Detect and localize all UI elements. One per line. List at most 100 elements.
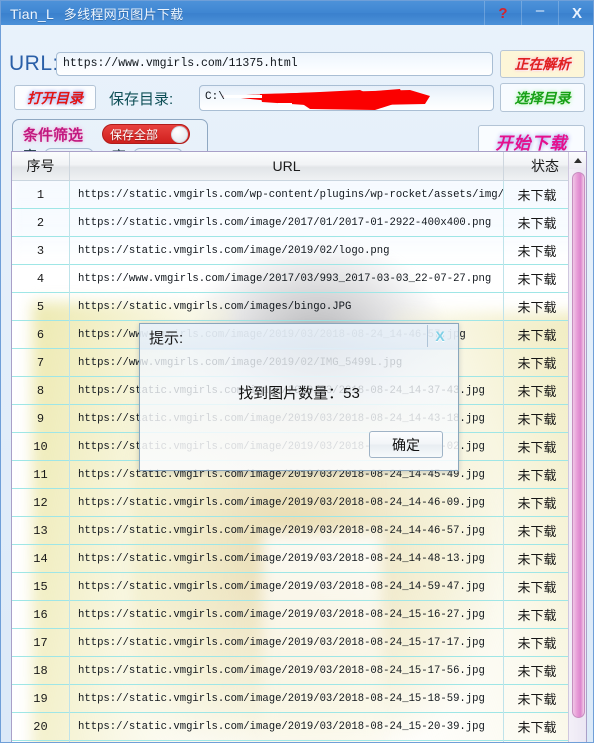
cell-index: 19 [12,684,70,713]
cell-status: 未下载 [517,272,557,287]
cell-status: 未下载 [517,720,557,735]
cell-status: 未下载 [517,412,557,427]
cell-url: https://static.vmgirls.com/image/2019/03… [70,628,504,657]
vertical-scrollbar[interactable] [568,152,586,742]
cell-index: 7 [12,348,70,377]
cell-url: https://static.vmgirls.com/image/2019/03… [70,572,504,601]
parse-status-button[interactable]: 正在解析 [500,50,585,78]
minimize-icon[interactable]: – [521,1,558,25]
dialog-title-bar: 提示: [140,324,458,350]
cell-url: https://static.vmgirls.com/image/2019/03… [70,712,504,741]
cell-url: https://static.vmgirls.com/image/2019/03… [70,600,504,629]
cell-status: 未下载 [517,608,557,623]
save-all-toggle-label: 保存全部 [110,127,159,142]
dialog-title-separator [427,325,428,347]
choose-directory-button[interactable]: 选择目录 [500,83,585,112]
table-row[interactable]: 4 https://www.vmgirls.com/image/2017/03/9… [12,264,570,293]
save-directory-input[interactable]: C:\ [199,85,494,111]
table-row[interactable]: 18 https://static.vmgirls.com/image/2019/… [12,656,570,685]
cell-index: 10 [12,432,70,461]
cell-status: 未下载 [517,216,557,231]
cell-url: https://static.vmgirls.com/image/2017/01… [70,208,504,237]
table-row[interactable]: 12 https://static.vmgirls.com/image/2019/… [12,488,570,517]
dialog-message: 找到图片数量：53 [238,385,360,402]
save-directory-label: 保存目录: [109,91,174,108]
cell-index: 9 [12,404,70,433]
cell-index: 5 [12,292,70,321]
table-row[interactable]: 14 https://static.vmgirls.com/image/2019/… [12,544,570,573]
filter-title: 条件筛选 [23,127,84,144]
table-row[interactable]: 20 https://static.vmgirls.com/image/2019/… [12,712,570,741]
cell-status: 未下载 [517,244,557,259]
cell-index: 12 [12,488,70,517]
table-row[interactable]: 2 https://static.vmgirls.com/image/2017/0… [12,208,570,237]
table-row[interactable]: 16 https://static.vmgirls.com/image/2019/… [12,600,570,629]
table-row[interactable]: 3 https://static.vmgirls.com/image/2019/0… [12,236,570,265]
table-row[interactable]: 1 https://static.vmgirls.com/wp-content/p… [12,180,570,209]
open-directory-button[interactable]: 打开目录 [14,85,96,110]
cell-url: https://static.vmgirls.com/image/2019/03… [70,544,504,573]
dialog-close-icon[interactable]: X [430,326,450,346]
info-dialog: 提示: X 找到图片数量：53 确定 [139,323,459,471]
cell-url: https://static.vmgirls.com/image/2019/02… [70,236,504,265]
cell-status: 未下载 [517,356,557,371]
app-subtitle: 多线程网页图片下载 [63,6,184,22]
cell-status: 未下载 [517,524,557,539]
toggle-knob [171,126,188,143]
toolbar-panel: URL: https://www.vmgirls.com/11375.html … [1,25,593,167]
cell-index: 2 [12,208,70,237]
cell-status: 未下载 [517,188,557,203]
table-row[interactable]: 19 https://static.vmgirls.com/image/2019/… [12,684,570,713]
cell-url: https://static.vmgirls.com/wp-content/pl… [70,180,504,209]
cell-index: 3 [12,236,70,265]
cell-index: 18 [12,656,70,685]
cell-status: 未下载 [517,328,557,343]
cell-index: 4 [12,264,70,293]
table-header-row: 序号 URL 状态 [12,152,586,181]
cell-url: https://static.vmgirls.com/image/2019/03… [70,488,504,517]
close-icon[interactable]: X [558,1,593,25]
window-controls: ? – X [484,1,593,25]
cell-index: 17 [12,628,70,657]
cell-index: 13 [12,516,70,545]
cell-status: 未下载 [517,580,557,595]
cell-status: 未下载 [517,496,557,511]
column-header-url[interactable]: URL [70,152,504,180]
table-row[interactable]: 13 https://static.vmgirls.com/image/2019/… [12,516,570,545]
cell-url: https://static.vmgirls.com/images/bingo.… [70,292,504,321]
column-header-index[interactable]: 序号 [12,152,70,180]
cell-index: 16 [12,600,70,629]
scroll-up-arrow-icon[interactable] [569,152,586,169]
cell-index: 15 [12,572,70,601]
save-all-toggle[interactable]: 保存全部 [102,124,190,144]
dialog-title: 提示: [149,329,184,347]
url-input[interactable]: https://www.vmgirls.com/11375.html [56,52,493,76]
cell-status: 未下载 [517,384,557,399]
cell-url: https://static.vmgirls.com/image/2019/03… [70,684,504,713]
scrollbar-thumb[interactable] [572,172,585,718]
dialog-ok-button[interactable]: 确定 [369,431,443,458]
save-directory-value: C:\ [205,91,225,103]
help-icon[interactable]: ? [484,1,521,25]
cell-url: https://static.vmgirls.com/image/2019/03… [70,516,504,545]
application-window: Tian_L 多线程网页图片下载 ? – X URL: https://www.… [0,0,594,743]
cell-url: https://static.vmgirls.com/image/2019/03… [70,656,504,685]
table-row[interactable]: 5 https://static.vmgirls.com/images/bingo… [12,292,570,321]
redaction-scribble [222,89,430,110]
table-row[interactable]: 15 https://static.vmgirls.com/image/2019/… [12,572,570,601]
cell-status: 未下载 [517,300,557,315]
cell-url: https://www.vmgirls.com/image/2017/03/99… [70,264,504,293]
cell-index: 1 [12,180,70,209]
title-bar: Tian_L 多线程网页图片下载 ? – X [1,1,593,25]
cell-index: 14 [12,544,70,573]
window-title: Tian_L 多线程网页图片下载 [1,4,183,23]
cell-index: 11 [12,460,70,489]
cell-status: 未下载 [517,664,557,679]
cell-status: 未下载 [517,692,557,707]
cell-index: 8 [12,376,70,405]
cell-status: 未下载 [517,636,557,651]
cell-status: 未下载 [517,468,557,483]
cell-index: 6 [12,320,70,349]
cell-index: 20 [12,712,70,741]
table-row[interactable]: 17 https://static.vmgirls.com/image/2019/… [12,628,570,657]
